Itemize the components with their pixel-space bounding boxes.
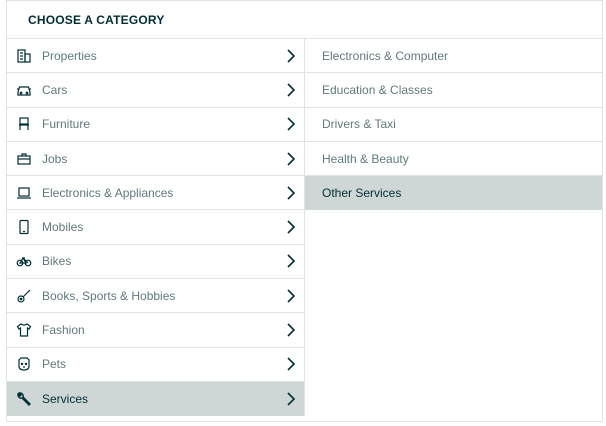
- category-label: Bikes: [42, 254, 72, 269]
- category-item-furniture[interactable]: Furniture: [7, 108, 304, 142]
- chevron-right-icon: [287, 254, 296, 268]
- category-label: Services: [42, 391, 89, 406]
- building-icon: [7, 39, 41, 73]
- subcategory-label: Education & Classes: [322, 82, 433, 97]
- category-item-pets[interactable]: Pets: [7, 348, 304, 382]
- page-title: CHOOSE A CATEGORY: [28, 12, 165, 27]
- subcategory-label: Drivers & Taxi: [322, 117, 396, 132]
- subcategory-item-education-classes[interactable]: Education & Classes: [305, 73, 602, 108]
- category-header: CHOOSE A CATEGORY: [7, 1, 602, 39]
- chevron-right-icon: [287, 357, 296, 371]
- category-label: Properties: [42, 48, 97, 63]
- category-label: Pets: [42, 357, 67, 372]
- chevron-right-icon: [287, 323, 296, 337]
- subcategory-item-drivers-taxi[interactable]: Drivers & Taxi: [305, 108, 602, 142]
- chevron-right-icon: [287, 392, 296, 406]
- category-label: Mobiles: [42, 220, 84, 235]
- category-label: Books, Sports & Hobbies: [42, 288, 176, 303]
- phone-icon: [7, 210, 41, 244]
- chevron-right-icon: [287, 289, 296, 303]
- category-label: Jobs: [42, 151, 68, 166]
- wrench-icon: [7, 382, 41, 416]
- car-icon: [7, 73, 41, 107]
- subcategory-list: Electronics & Computer Education & Class…: [305, 39, 602, 416]
- category-item-fashion[interactable]: Fashion: [7, 313, 304, 348]
- category-item-books-sports-hobbies[interactable]: Books, Sports & Hobbies: [7, 279, 304, 314]
- category-item-cars[interactable]: Cars: [7, 73, 304, 108]
- subcategory-label: Other Services: [322, 185, 402, 200]
- category-list: Properties Cars Furniture Jobs Electroni…: [7, 39, 305, 417]
- chevron-right-icon: [287, 83, 296, 97]
- category-item-mobiles[interactable]: Mobiles: [7, 210, 304, 245]
- tshirt-icon: [7, 313, 41, 347]
- guitar-icon: [7, 279, 41, 313]
- briefcase-icon: [7, 142, 41, 176]
- category-label: Furniture: [42, 117, 91, 132]
- category-label: Cars: [42, 82, 68, 97]
- category-label: Electronics & Appliances: [42, 185, 174, 200]
- category-item-services[interactable]: Services: [7, 381, 304, 417]
- laptop-icon: [7, 176, 41, 210]
- category-item-properties[interactable]: Properties: [7, 39, 304, 74]
- subcategory-label: Health & Beauty: [322, 151, 409, 166]
- chevron-right-icon: [287, 151, 296, 166]
- chevron-right-icon: [287, 117, 296, 131]
- chevron-right-icon: [287, 186, 296, 200]
- chevron-right-icon: [287, 49, 296, 63]
- subcategory-label: Electronics & Computer: [322, 48, 449, 63]
- category-item-electronics-appliances[interactable]: Electronics & Appliances: [7, 176, 304, 211]
- subcategory-item-health-beauty[interactable]: Health & Beauty: [305, 142, 602, 177]
- category-item-jobs[interactable]: Jobs: [7, 142, 304, 177]
- category-picker: CHOOSE A CATEGORY Properties Cars Furnit…: [6, 0, 603, 422]
- category-item-bikes[interactable]: Bikes: [7, 244, 304, 280]
- chevron-right-icon: [287, 220, 296, 234]
- paw-icon: [7, 347, 41, 381]
- category-label: Fashion: [42, 323, 85, 338]
- bicycle-icon: [7, 244, 41, 278]
- subcategory-item-electronics-computer[interactable]: Electronics & Computer: [305, 39, 602, 74]
- chair-icon: [7, 107, 41, 141]
- subcategory-item-other-services[interactable]: Other Services: [305, 176, 602, 211]
